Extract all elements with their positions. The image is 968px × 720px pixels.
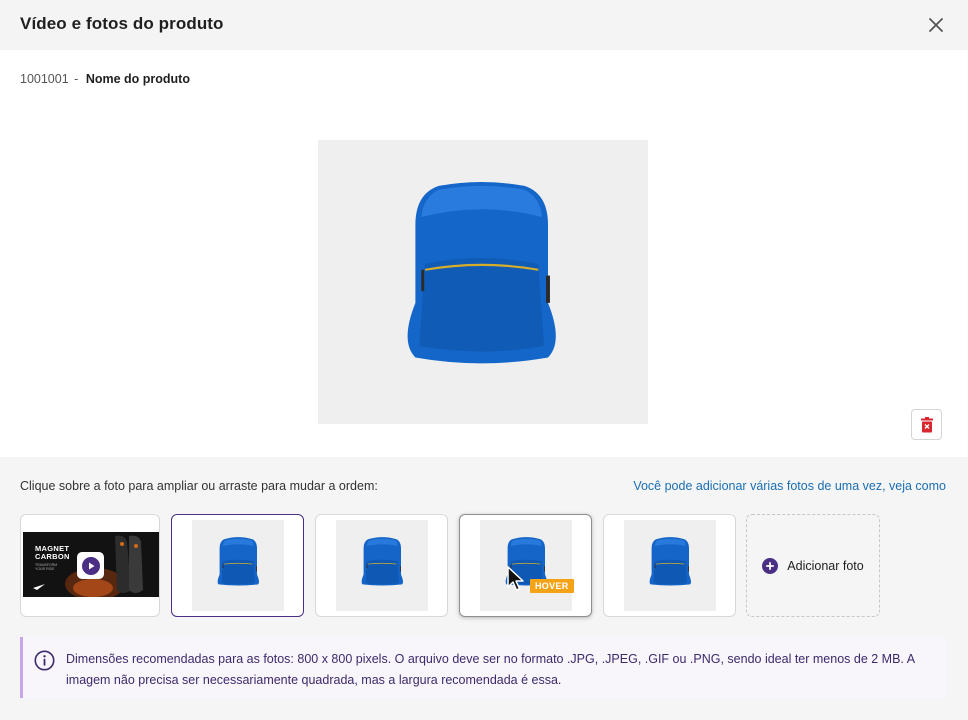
help-link[interactable]: Você pode adicionar várias fotos de uma … [633,479,946,493]
play-button[interactable] [77,552,104,579]
plus-circle-icon [762,557,779,574]
photo-thumbnail-image [480,520,572,611]
photo-thumbnail-image [336,520,428,611]
product-identifier: 1001001 - Nome do produto [20,72,190,86]
product-separator: - [74,72,79,86]
main-photo-preview[interactable] [318,140,648,424]
add-photo-label: Adicionar foto [787,558,864,573]
video-subtitle: TRANSFORM YOUR RIDE [35,563,58,571]
play-icon [81,556,100,575]
info-banner: Dimensões recomendadas para as fotos: 80… [20,637,946,698]
info-text: Dimensões recomendadas para as fotos: 80… [66,652,915,687]
delete-photo-button[interactable] [911,409,942,440]
photo-thumbnail-3[interactable]: HOVER [459,514,592,617]
photo-thumbnail-4[interactable] [603,514,736,617]
modal-header: Vídeo e fotos do produto [0,0,968,50]
info-icon [34,650,55,676]
pointer-cursor-icon [506,566,526,597]
product-code: 1001001 [20,72,69,86]
backpack-image [318,140,648,424]
add-photo-button[interactable]: Adicionar foto [746,514,880,617]
video-title: MAGNET CARBON [35,544,70,561]
hover-badge: HOVER [530,579,574,593]
gallery-instructions: Clique sobre a foto para ampliar ou arra… [20,479,378,493]
trash-icon [920,416,933,432]
close-icon[interactable] [926,15,946,35]
photo-thumbnail-2[interactable] [315,514,448,617]
photo-thumbnail-image [192,520,284,611]
modal-title: Vídeo e fotos do produto [20,14,224,33]
photo-thumbnail-1[interactable] [171,514,304,617]
photo-thumbnail-image [624,520,716,611]
product-name: Nome do produto [85,72,190,86]
video-preview: MAGNET CARBON TRANSFORM YOUR RIDE [23,532,159,597]
video-thumbnail[interactable]: MAGNET CARBON TRANSFORM YOUR RIDE [20,514,160,617]
